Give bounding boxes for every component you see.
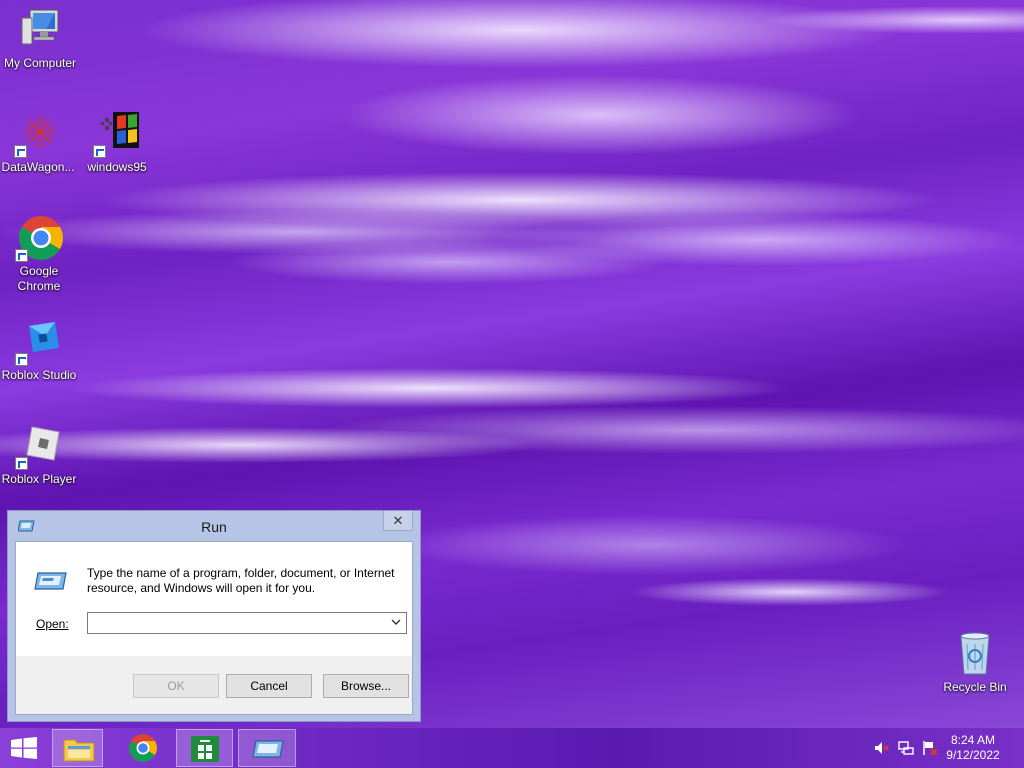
windows-logo-icon — [11, 737, 37, 762]
run-description: Type the name of a program, folder, docu… — [87, 566, 395, 595]
desktop-icon-label: Recycle Bin — [943, 680, 1007, 694]
action-center-flag-icon[interactable] — [922, 740, 938, 756]
taskbar-item-file-explorer[interactable] — [52, 729, 103, 767]
run-title: Run — [201, 519, 227, 535]
open-combobox[interactable] — [87, 612, 407, 634]
roblox-studio-icon — [15, 318, 63, 366]
clock-date: 9/12/2022 — [946, 748, 1000, 762]
desktop-icon-google-chrome[interactable]: Google Chrome — [0, 214, 79, 294]
close-button[interactable]: ✕ — [383, 511, 413, 531]
desktop-icon-label: My Computer — [3, 56, 77, 70]
close-icon: ✕ — [392, 513, 404, 528]
desktop-icon-windows95[interactable]: windows95 — [77, 110, 157, 175]
desktop-icon-label: Roblox Player — [1, 472, 77, 486]
system-clock[interactable]: 8:24 AM 9/12/2022 — [938, 733, 1008, 763]
shortcut-arrow-icon — [15, 249, 28, 262]
browse-button[interactable]: Browse... — [323, 674, 409, 698]
run-titlebar[interactable]: Run ✕ — [8, 511, 420, 541]
desktop-icon-label: windows95 — [87, 160, 147, 174]
desktop-icon-recycle-bin[interactable]: Recycle Bin — [935, 630, 1015, 695]
windows95-icon — [93, 110, 141, 158]
taskbar: 8:24 AM 9/12/2022 — [0, 728, 1024, 768]
desktop-icon-datawagon[interactable]: DataWagon... — [0, 110, 78, 175]
folder-icon — [63, 735, 95, 766]
datawagon-icon — [14, 110, 62, 158]
open-label: Open: — [36, 617, 69, 631]
volume-muted-icon[interactable] — [874, 740, 890, 756]
shortcut-arrow-icon — [15, 457, 28, 470]
desktop-icon-my-computer[interactable]: My Computer — [0, 6, 80, 71]
run-content: Type the name of a program, folder, docu… — [16, 542, 412, 656]
chevron-down-icon[interactable] — [389, 615, 403, 631]
cancel-button[interactable]: Cancel — [226, 674, 312, 698]
shortcut-arrow-icon — [14, 145, 27, 158]
run-client-area: Type the name of a program, folder, docu… — [15, 541, 413, 715]
desktop-icon-label: DataWagon... — [1, 160, 75, 174]
browse-label: Browse... — [340, 679, 391, 693]
shortcut-arrow-icon — [93, 145, 106, 158]
taskbar-item-chrome[interactable] — [118, 729, 168, 767]
start-button[interactable] — [0, 729, 48, 767]
computer-icon — [16, 6, 64, 54]
desktop-icon-roblox-studio[interactable]: Roblox Studio — [0, 318, 79, 383]
recycle-bin-icon — [951, 630, 999, 678]
run-icon — [34, 570, 68, 595]
chrome-icon — [15, 214, 63, 262]
roblox-player-icon — [15, 422, 63, 470]
desktop: My Computer DataWagon... windows95 Googl… — [0, 0, 1024, 728]
store-icon — [190, 735, 220, 766]
clock-time: 8:24 AM — [950, 733, 996, 747]
ok-button[interactable]: OK — [133, 674, 219, 698]
desktop-icon-roblox-player[interactable]: Roblox Player — [0, 422, 79, 487]
open-label-text: Open: — [36, 617, 69, 631]
run-dialog: Run ✕ Type the name of a program, folder… — [7, 510, 421, 722]
shortcut-arrow-icon — [15, 353, 28, 366]
open-input[interactable] — [90, 614, 382, 632]
chrome-icon — [128, 733, 158, 766]
taskbar-item-run[interactable] — [238, 729, 296, 767]
run-icon — [252, 739, 284, 762]
desktop-icon-label: Roblox Studio — [1, 368, 77, 382]
taskbar-item-store[interactable] — [176, 729, 233, 767]
desktop-icon-label: Google Chrome — [17, 264, 61, 293]
network-icon[interactable] — [898, 740, 914, 756]
